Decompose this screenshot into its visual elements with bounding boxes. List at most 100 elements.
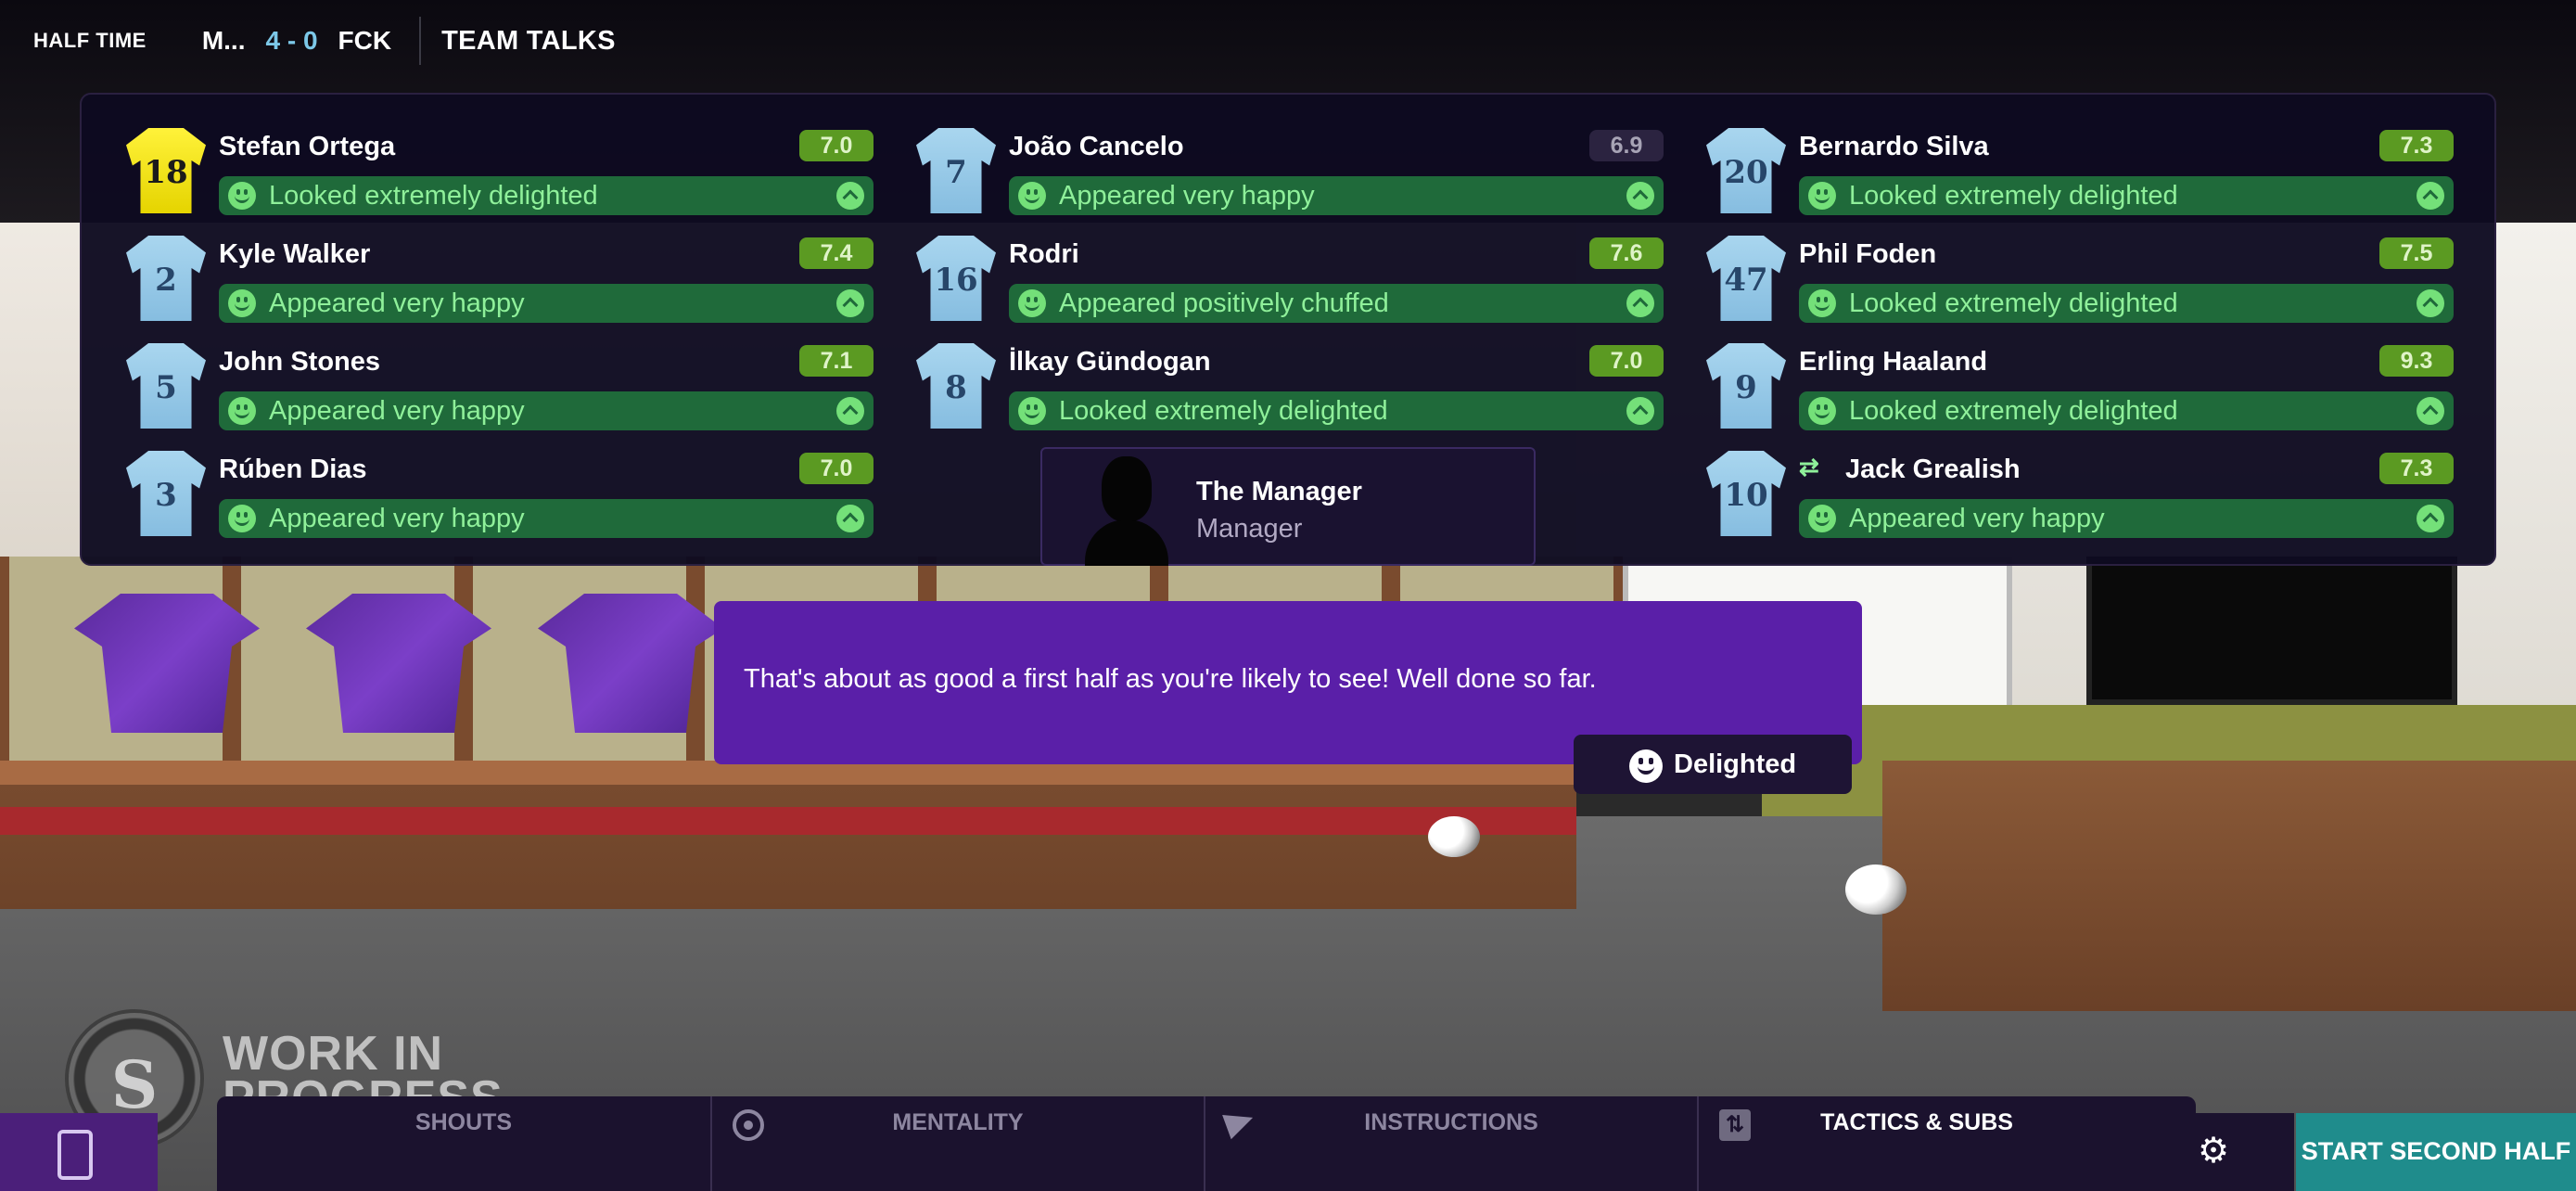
player-reaction[interactable]: Appeared very happy [219,391,874,430]
happy-face-icon [228,505,256,532]
player-reaction[interactable]: Appeared very happy [1799,499,2454,538]
start-label: START SECOND HALF [2301,1137,2571,1165]
match-phase: HALF TIME [33,29,147,52]
player-card[interactable]: 2 Kyle Walker 7.4 Appeared very happy [126,236,874,339]
manager-card[interactable]: The Manager Manager [1040,447,1536,566]
player-name[interactable]: Kyle Walker [219,239,370,270]
tab-instructions[interactable]: INSTRUCTIONS [1205,1096,1699,1191]
match-header: HALF TIME M... 4 - 0 FCK TEAM TALKS [0,0,2576,82]
player-card[interactable]: 10 ⇄ Jack Grealish 7.3 Appeared very hap… [1706,451,2454,555]
player-card[interactable]: 47 Phil Foden 7.5 Looked extremely delig… [1706,236,2454,339]
shirt-icon: 10 [1706,451,1786,536]
team-talk-tabs: SHOUTS MENTALITY INSTRUCTIONS TACTICS & … [217,1096,2196,1191]
substitution-swap-icon: ⇄ [1799,453,1819,480]
reaction-text: Appeared positively chuffed [1059,288,1389,318]
tab-shouts[interactable]: SHOUTS [217,1096,712,1191]
reaction-text: Appeared very happy [1849,503,2105,533]
manager-role: Manager [1196,514,1303,544]
player-name[interactable]: Erling Haaland [1799,347,1987,378]
player-card[interactable]: 20 Bernardo Silva 7.3 Looked extremely d… [1706,128,2454,232]
bottom-action-bar: SHOUTS MENTALITY INSTRUCTIONS TACTICS & … [0,1096,2576,1191]
manager-avatar [1085,456,1168,566]
player-reaction[interactable]: Appeared very happy [219,284,874,323]
player-name[interactable]: Bernardo Silva [1799,132,1989,162]
morale-up-icon [836,397,864,425]
manager-name: The Manager [1196,477,1362,506]
player-reaction[interactable]: Looked extremely delighted [1799,284,2454,323]
player-card[interactable]: 16 Rodri 7.6 Appeared positively chuffed [916,236,1664,339]
happy-face-icon [228,289,256,317]
player-card[interactable]: 3 Rúben Dias 7.0 Appeared very happy [126,451,874,555]
speech-text: That's about as good a first half as you… [744,664,1597,694]
morale-up-icon [2417,289,2444,317]
player-name[interactable]: Rúben Dias [219,455,367,485]
reaction-text: Looked extremely delighted [1059,395,1388,426]
player-name[interactable]: Rodri [1009,239,1079,270]
reaction-text: Appeared very happy [1059,180,1315,211]
morale-up-icon [2417,397,2444,425]
goalkeeper-shirt-icon: 18 [126,128,206,213]
player-reaction[interactable]: Appeared very happy [219,499,874,538]
start-second-half-button[interactable]: START SECOND HALF [2296,1113,2576,1191]
player-card[interactable]: 7 João Cancelo 6.9 Appeared very happy [916,128,1664,232]
tab-tactics-subs[interactable]: TACTICS & SUBS [1699,1096,2135,1191]
reaction-text: Appeared very happy [269,503,525,533]
shirt-icon: 2 [126,236,206,321]
player-name[interactable]: Phil Foden [1799,239,1936,270]
player-rating: 7.3 [2379,130,2454,161]
tv-screen [2086,557,2457,705]
shirt-icon: 16 [916,236,996,321]
match-score: 4 - 0 [265,26,318,55]
player-card[interactable]: 8 İlkay Gündogan 7.0 Looked extremely de… [916,343,1664,447]
player-reaction[interactable]: Looked extremely delighted [1799,176,2454,215]
delighted-face-icon [1629,749,1663,783]
happy-face-icon [1808,397,1836,425]
player-rating: 6.9 [1589,130,1664,161]
player-rating: 7.6 [1589,237,1664,269]
player-name[interactable]: Stefan Ortega [219,132,395,162]
happy-face-icon [228,182,256,210]
gear-icon: ⚙ [2198,1132,2230,1171]
morale-up-icon [836,505,864,532]
phone-icon [57,1130,93,1180]
player-name[interactable]: João Cancelo [1009,132,1184,162]
player-reaction[interactable]: Looked extremely delighted [219,176,874,215]
morale-up-icon [1626,289,1654,317]
happy-face-icon [1808,182,1836,210]
player-reaction[interactable]: Looked extremely delighted [1009,391,1664,430]
player-rating: 7.4 [799,237,874,269]
morale-up-icon [1626,397,1654,425]
away-team[interactable]: FCK [338,26,392,56]
player-card[interactable]: 9 Erling Haaland 9.3 Looked extremely de… [1706,343,2454,447]
reaction-text: Appeared very happy [269,288,525,318]
settings-button[interactable]: ⚙ [2135,1113,2294,1191]
player-rating: 9.3 [2379,345,2454,377]
football [1428,816,1480,857]
tab-label: INSTRUCTIONS [1364,1109,1538,1135]
phone-button[interactable] [0,1113,158,1191]
page-title: TEAM TALKS [441,25,616,56]
shirt-icon: 5 [126,343,206,429]
shirt-icon: 47 [1706,236,1786,321]
tab-mentality[interactable]: MENTALITY [712,1096,1205,1191]
player-name[interactable]: İlkay Gündogan [1009,347,1211,378]
player-reaction[interactable]: Appeared positively chuffed [1009,284,1664,323]
morale-up-icon [836,182,864,210]
happy-face-icon [228,397,256,425]
tone-selector-button[interactable]: Delighted [1574,735,1852,794]
reaction-text: Looked extremely delighted [1849,288,2178,318]
player-name[interactable]: Jack Grealish [1845,455,2021,485]
tone-label: Delighted [1674,749,1797,779]
player-reaction[interactable]: Looked extremely delighted [1799,391,2454,430]
shirt-icon: 3 [126,451,206,536]
player-reaction[interactable]: Appeared very happy [1009,176,1664,215]
happy-face-icon [1808,289,1836,317]
tab-label: MENTALITY [892,1109,1024,1135]
home-team[interactable]: M... [202,26,246,56]
player-card[interactable]: 5 John Stones 7.1 Appeared very happy [126,343,874,447]
happy-face-icon [1808,505,1836,532]
player-name[interactable]: John Stones [219,347,380,378]
player-card[interactable]: 18 Stefan Ortega 7.0 Looked extremely de… [126,128,874,232]
player-rating: 7.0 [799,130,874,161]
header-divider [419,17,422,65]
